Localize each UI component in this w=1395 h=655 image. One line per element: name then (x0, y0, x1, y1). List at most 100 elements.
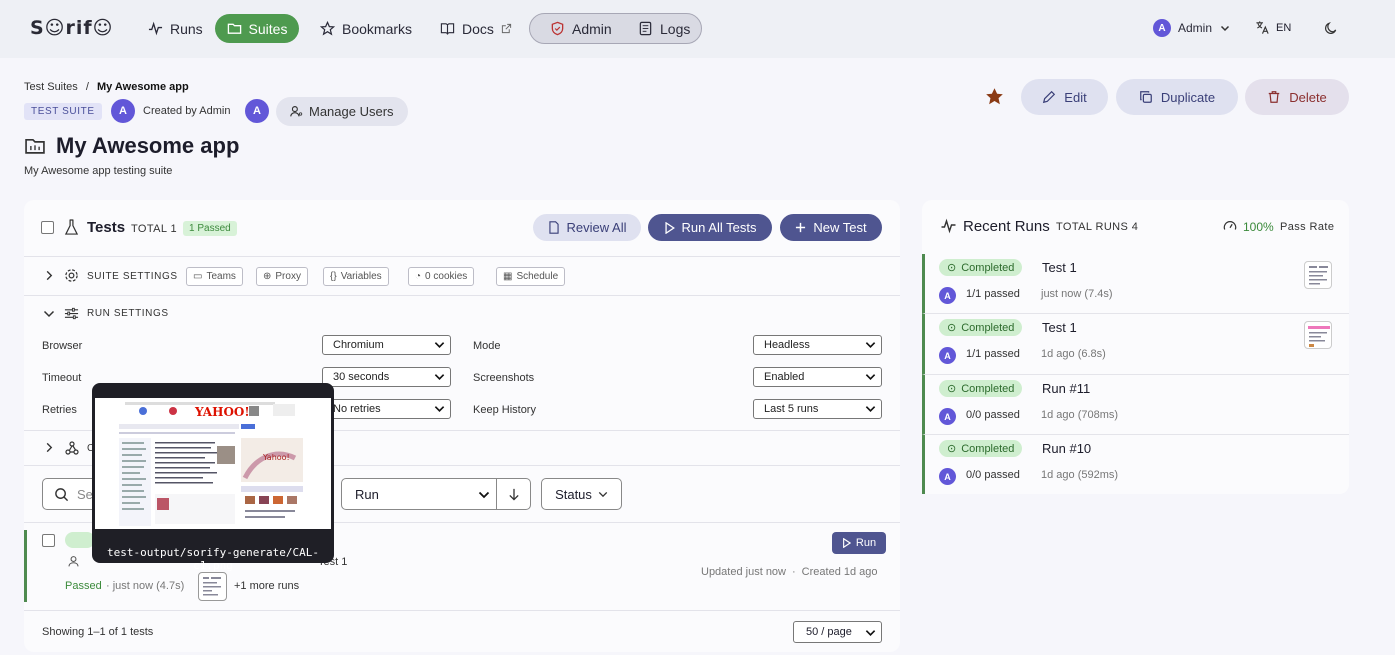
screenshot-thumbnail-icon (1309, 266, 1328, 285)
screenshots-select[interactable]: Enabled (753, 367, 882, 387)
breadcrumb-parent[interactable]: Test Suites (24, 81, 78, 93)
nav-admin[interactable]: Admin (540, 14, 622, 43)
run-passed: 1/1 passed (966, 348, 1020, 360)
suite-settings-label[interactable]: SUITE SETTINGS (87, 271, 178, 282)
recent-run-item[interactable]: ⊙ Completed Test 1 A 1/1 passed just now … (922, 254, 1349, 314)
check-circle-icon: ⊙ (947, 443, 957, 455)
flask-icon (64, 219, 79, 235)
gear-icon (65, 269, 78, 282)
user-menu[interactable]: A Admin (1153, 19, 1231, 37)
nav-suites[interactable]: Suites (215, 14, 299, 43)
run-thumbnail[interactable] (1304, 321, 1332, 349)
run-thumbnail[interactable] (1304, 261, 1332, 289)
recent-runs-title: Recent Runs (963, 218, 1050, 235)
retries-label: Retries (42, 404, 77, 416)
timeout-select[interactable]: 30 seconds (322, 367, 451, 387)
recent-run-item[interactable]: ⊙ Completed Run #11 A 0/0 passed 1d ago (… (922, 375, 1349, 435)
breadcrumb-separator: / (85, 81, 89, 93)
language-label: EN (1276, 21, 1292, 34)
delete-button[interactable]: Delete (1245, 79, 1349, 115)
run-time: just now (7.4s) (1041, 288, 1113, 300)
breadcrumb-current: My Awesome app (97, 81, 189, 93)
run-status-text: Completed (961, 321, 1015, 334)
screenshot-preview-image: YAHOO! Yahoo! (95, 398, 331, 529)
nav-logs[interactable]: Logs (628, 14, 700, 43)
review-all-label: Review All (566, 220, 627, 235)
chevron-down-icon[interactable] (43, 309, 55, 319)
chevron-down-icon (865, 630, 876, 637)
run-name: Test 1 (1042, 320, 1077, 335)
pagination-summary: Showing 1–1 of 1 tests (42, 626, 154, 638)
retries-select[interactable]: No retries (322, 399, 451, 419)
nav-bookmarks[interactable]: Bookmarks (310, 14, 422, 43)
pass-rate-label: Pass Rate (1280, 221, 1335, 233)
sort-direction-button[interactable] (497, 478, 531, 510)
cookies-chip-label: 0 cookies (425, 271, 468, 282)
chevron-down-icon (865, 374, 876, 381)
schedule-chip[interactable]: ▦ Schedule (496, 267, 566, 286)
bookmark-star-button[interactable] (985, 87, 1004, 109)
keep-history-select[interactable]: Last 5 runs (753, 399, 882, 419)
activity-icon (148, 21, 163, 36)
cookies-chip[interactable]: ◔ 0 cookies (408, 267, 475, 286)
run-thumbnail[interactable] (198, 572, 227, 601)
mode-select[interactable]: Headless (753, 335, 882, 355)
plus-icon (796, 222, 806, 233)
teams-chip-label: Teams (206, 271, 236, 282)
theme-toggle[interactable] (1323, 21, 1338, 39)
proxy-chip[interactable]: ⊕ Proxy (256, 267, 308, 286)
sort-select[interactable]: Run (341, 478, 497, 510)
browser-select[interactable]: Chromium (322, 335, 451, 355)
run-test-button[interactable]: Run (832, 532, 886, 554)
mode-value: Headless (764, 339, 810, 351)
run-time: 1d ago (592ms) (1041, 469, 1119, 481)
sorify-logo[interactable]: S☺rif☺ (30, 17, 113, 39)
suite-creator: A Created by Admin (111, 99, 230, 123)
nav-docs[interactable]: Docs (430, 14, 522, 43)
retries-value: No retries (333, 403, 381, 415)
more-runs-link[interactable]: +1 more runs (234, 580, 299, 592)
run-time: 1d ago (708ms) (1041, 409, 1119, 421)
edit-button[interactable]: Edit (1021, 79, 1108, 115)
teams-icon: ▭ (193, 271, 203, 282)
search-placeholder: Se (77, 487, 93, 502)
chevron-down-icon (865, 406, 876, 413)
duplicate-button[interactable]: Duplicate (1116, 79, 1238, 115)
chevron-right-icon[interactable] (44, 442, 54, 453)
run-status-badge: ⊙ Completed (939, 440, 1023, 457)
screenshot-thumbnail-icon (1308, 326, 1330, 347)
run-settings-label[interactable]: RUN SETTINGS (87, 308, 169, 319)
new-test-button[interactable]: New Test (780, 214, 882, 241)
recent-run-item[interactable]: ⊙ Completed Run #10 A 0/0 passed 1d ago (… (922, 435, 1349, 494)
tests-total: TOTAL 1 (131, 223, 177, 235)
member-avatar[interactable]: A (245, 99, 269, 123)
manage-users-button[interactable]: Manage Users (276, 97, 408, 126)
run-all-tests-button[interactable]: Run All Tests (648, 214, 772, 241)
chevron-down-icon (1220, 25, 1230, 32)
page-size-select[interactable]: 50 / page (793, 621, 882, 643)
page-title: My Awesome app (24, 133, 239, 159)
run-name: Test 1 (1042, 260, 1077, 275)
chevron-right-icon[interactable] (44, 270, 54, 281)
run-status-text: Completed (961, 261, 1015, 274)
run-status-badge: ⊙ Completed (939, 259, 1023, 276)
chevron-down-icon (478, 491, 490, 499)
teams-chip[interactable]: ▭ Teams (186, 267, 243, 286)
mode-label: Mode (473, 340, 501, 352)
status-pill (65, 532, 95, 548)
row-checkbox[interactable] (42, 534, 55, 547)
test-suite-badge: TEST SUITE (24, 103, 102, 120)
variables-chip-label: Variables (340, 271, 382, 282)
user-avatar: A (1153, 19, 1171, 37)
language-switcher[interactable]: EN (1255, 20, 1291, 35)
select-all-checkbox[interactable] (41, 221, 54, 234)
nav-runs[interactable]: Runs (138, 14, 213, 43)
screenshots-label: Screenshots (473, 372, 535, 384)
timeout-value: 30 seconds (333, 371, 390, 383)
run-avatar: A (939, 408, 956, 425)
status-filter-button[interactable]: Status (541, 478, 622, 510)
recent-run-item[interactable]: ⊙ Completed Test 1 A 1/1 passed 1d ago (6… (922, 314, 1349, 375)
review-all-button[interactable]: Review All (533, 214, 641, 241)
run-name: Run #11 (1042, 381, 1091, 396)
variables-chip[interactable]: {} Variables (323, 267, 389, 286)
